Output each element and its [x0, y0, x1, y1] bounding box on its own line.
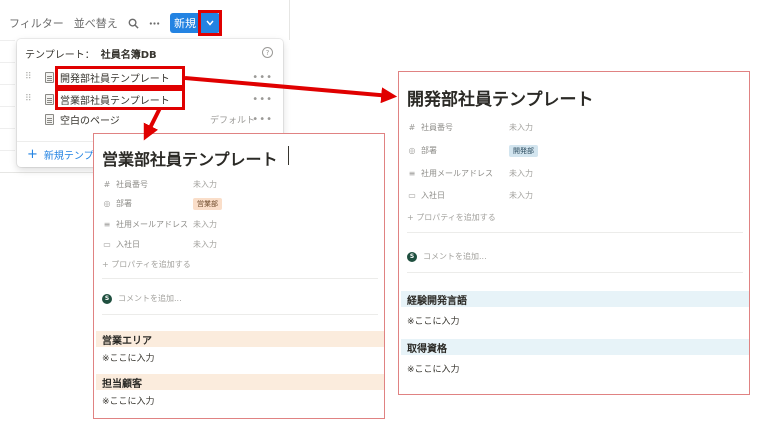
property-value[interactable]: 未入力: [193, 179, 217, 190]
table-row: [0, 107, 15, 129]
property-value[interactable]: 未入力: [193, 239, 217, 250]
plus-icon: +: [27, 146, 38, 162]
property-value[interactable]: 未入力: [509, 168, 533, 179]
section-body[interactable]: ※ここに入力: [102, 351, 155, 364]
drag-handle-icon[interactable]: ⠿: [25, 72, 33, 82]
comment-placeholder: コメントを追加...: [423, 252, 487, 261]
more-icon[interactable]: •••: [252, 72, 273, 83]
default-badge: デフォルト: [209, 115, 255, 126]
property-name: 社員番号: [421, 123, 453, 132]
comment-input[interactable]: S コメントを追加...: [407, 251, 487, 262]
department-tag[interactable]: 営業部: [193, 198, 222, 210]
table-row: [0, 63, 15, 85]
select-icon: ◎: [103, 199, 111, 208]
table-row: [0, 41, 15, 63]
divider: [407, 272, 743, 273]
number-icon: #: [103, 180, 111, 189]
dev-template-highlight: [55, 66, 185, 88]
property-name: 入社日: [116, 240, 140, 249]
template-menu-heading: テンプレート： 社員名簿DB: [25, 46, 157, 61]
template-label: 空白のページ: [60, 115, 120, 127]
avatar: S: [102, 293, 112, 304]
number-icon: #: [408, 123, 416, 132]
property-value[interactable]: 未入力: [193, 219, 217, 230]
section-heading[interactable]: 担当顧客: [96, 374, 384, 390]
property-employee-number[interactable]: # 社員番号: [407, 122, 453, 133]
property-employee-number[interactable]: # 社員番号: [102, 179, 148, 190]
property-email[interactable]: ≡ 社用メールアドレス: [102, 219, 188, 230]
table-row: [0, 151, 15, 173]
calendar-icon: ▭: [408, 191, 416, 200]
background-table: [0, 40, 15, 173]
page-icon: [45, 93, 54, 105]
template-item-blank[interactable]: ⠿ 空白のページ デフォルト •••: [17, 109, 283, 129]
template-heading-label: テンプレート：: [25, 50, 95, 61]
page-icon: [45, 113, 54, 125]
dropdown-highlight-box: [198, 10, 222, 36]
select-icon: ◎: [408, 146, 416, 155]
database-toolbar: フィルター 並べ替え: [0, 10, 290, 36]
sales-template-page: 営業部社員テンプレート # 社員番号 未入力 ◎ 部署 営業部 ≡ 社用メールア…: [93, 133, 385, 419]
property-value[interactable]: 未入力: [509, 190, 533, 201]
property-name: 入社日: [421, 191, 445, 200]
section-heading[interactable]: 取得資格: [401, 339, 749, 355]
more-icon[interactable]: •••: [252, 114, 273, 125]
table-row: [0, 85, 15, 107]
section-heading[interactable]: 営業エリア: [96, 331, 384, 347]
comment-input[interactable]: S コメントを追加...: [102, 293, 182, 304]
database-name: 社員名簿DB: [100, 50, 157, 61]
divider: [102, 314, 378, 315]
department-tag[interactable]: 開発部: [509, 145, 538, 157]
add-property-button[interactable]: + プロパティを追加する: [407, 212, 496, 223]
more-options-icon[interactable]: [149, 18, 160, 29]
page-icon: [45, 71, 54, 83]
page-title[interactable]: 営業部社員テンプレート: [102, 146, 278, 170]
table-row: [0, 129, 15, 151]
property-join-date[interactable]: ▭ 入社日: [407, 190, 445, 201]
text-cursor: [288, 146, 289, 165]
section-body[interactable]: ※ここに入力: [407, 362, 460, 375]
divider: [407, 232, 743, 233]
help-icon[interactable]: ?: [262, 47, 273, 58]
property-name: 社員番号: [116, 180, 148, 189]
property-email[interactable]: ≡ 社用メールアドレス: [407, 168, 493, 179]
section-body[interactable]: ※ここに入力: [102, 394, 155, 407]
more-icon[interactable]: •••: [252, 94, 273, 105]
section-heading[interactable]: 経験開発言語: [401, 291, 749, 307]
property-value[interactable]: 未入力: [509, 122, 533, 133]
property-join-date[interactable]: ▭ 入社日: [102, 239, 140, 250]
filter-button[interactable]: フィルター: [9, 15, 64, 31]
sort-button[interactable]: 並べ替え: [74, 15, 118, 31]
avatar: S: [407, 251, 417, 262]
dev-template-page: 開発部社員テンプレート # 社員番号 未入力 ◎ 部署 開発部 ≡ 社用メールア…: [398, 71, 750, 395]
property-name: 部署: [421, 146, 437, 155]
property-name: 社用メールアドレス: [421, 169, 493, 178]
property-department[interactable]: ◎ 部署: [407, 145, 438, 156]
text-icon: ≡: [408, 169, 416, 178]
comment-placeholder: コメントを追加...: [118, 294, 182, 303]
search-icon[interactable]: [128, 18, 139, 29]
new-button[interactable]: 新規: [170, 13, 200, 33]
add-property-button[interactable]: + プロパティを追加する: [102, 259, 191, 270]
text-icon: ≡: [103, 220, 111, 229]
divider: [102, 278, 378, 279]
calendar-icon: ▭: [103, 240, 111, 249]
section-body[interactable]: ※ここに入力: [407, 314, 460, 327]
page-title[interactable]: 開発部社員テンプレート: [407, 85, 594, 110]
sales-template-highlight: [55, 88, 185, 110]
drag-handle-icon[interactable]: ⠿: [25, 94, 33, 104]
property-department[interactable]: ◎ 部署: [102, 198, 133, 209]
property-name: 社用メールアドレス: [116, 220, 188, 229]
property-name: 部署: [116, 199, 132, 208]
